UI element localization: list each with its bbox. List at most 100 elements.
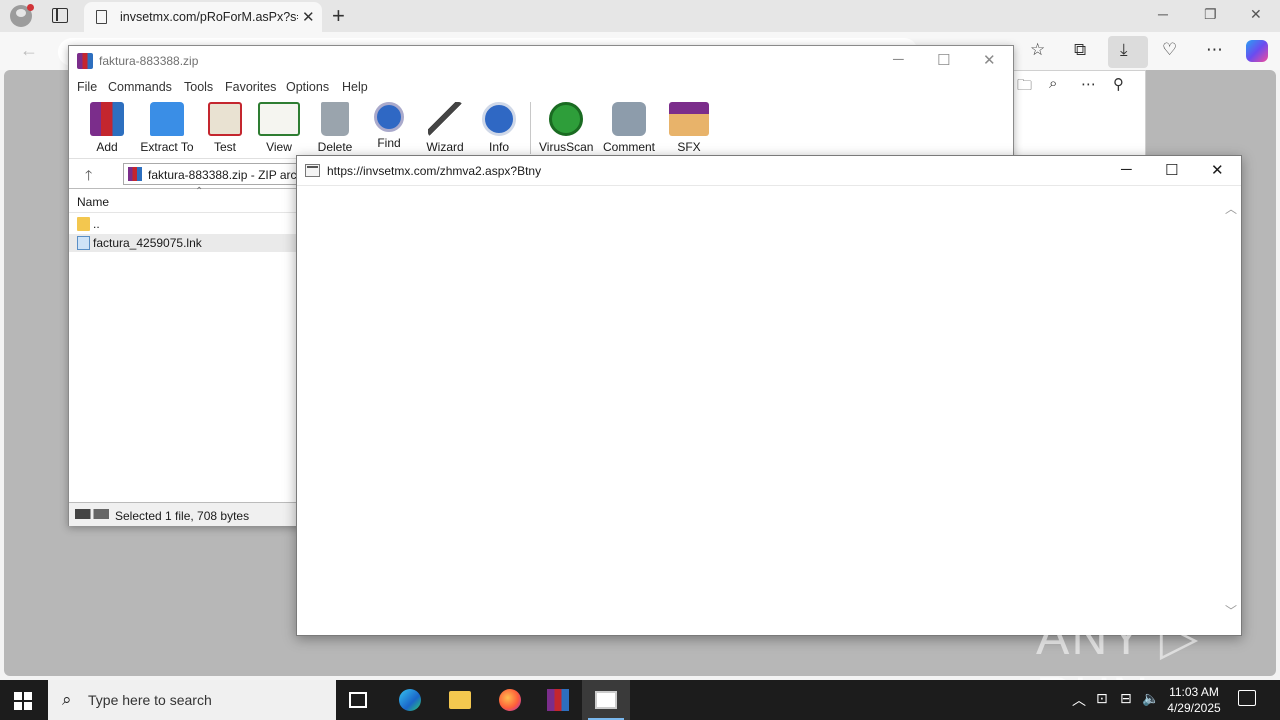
trash-icon xyxy=(321,102,349,136)
column-header-name[interactable]: Name ⌃ xyxy=(69,186,297,213)
menu-file[interactable]: File xyxy=(77,80,97,94)
extract-to-button[interactable]: Extract To xyxy=(139,102,195,154)
profile-notification-dot xyxy=(27,4,34,11)
add-label: Add xyxy=(96,140,118,154)
favorites-star-icon[interactable]: ☆ xyxy=(1030,40,1045,60)
winrar-logo-icon xyxy=(77,53,93,69)
popup-title-bar[interactable]: https://invsetmx.com/zhmva2.aspx?Btny ─ … xyxy=(297,156,1241,186)
archive-path-field[interactable]: faktura-883388.zip - ZIP archive xyxy=(123,163,303,185)
back-arrow-icon[interactable]: ← xyxy=(20,40,38,61)
search-icon: ⌕ xyxy=(62,690,72,709)
menu-favorites[interactable]: Favorites xyxy=(225,80,276,94)
wizard-button[interactable]: Wizard xyxy=(423,102,467,154)
more-icon[interactable]: ⋯ xyxy=(1081,75,1096,93)
test-label: Test xyxy=(213,140,236,154)
network-icon[interactable]: ⊟ xyxy=(1120,690,1132,707)
bug-icon xyxy=(549,102,583,136)
menu-tools[interactable]: Tools xyxy=(184,80,213,94)
page-icon xyxy=(96,10,107,24)
comment-button[interactable]: Comment xyxy=(601,102,657,154)
list-item[interactable]: .. xyxy=(69,215,297,233)
copilot-icon[interactable] xyxy=(1246,40,1268,62)
winrar-title-bar[interactable]: faktura-883388.zip ─ ☐ ✕ xyxy=(69,46,1013,76)
list-item[interactable]: factura_4259075.lnk xyxy=(69,234,297,252)
winrar-close-icon[interactable]: ✕ xyxy=(983,51,996,69)
start-button[interactable] xyxy=(14,692,32,710)
up-arrow-icon[interactable]: 🡑 xyxy=(85,165,92,189)
collections-icon[interactable]: ⧉ xyxy=(1074,40,1086,60)
taskbar-clock[interactable]: 11:03 AM 4/29/2025 xyxy=(1160,684,1228,716)
open-folder-icon[interactable]: 🗀 xyxy=(1017,75,1032,100)
volume-icon[interactable]: 🔈 xyxy=(1142,690,1159,707)
view-label: View xyxy=(266,140,292,154)
find-label: Find xyxy=(377,136,401,150)
find-button[interactable]: Find xyxy=(369,102,409,150)
folder-icon xyxy=(449,691,471,709)
view-button[interactable]: View xyxy=(257,102,301,154)
info-button[interactable]: Info xyxy=(479,102,519,154)
show-hidden-icons[interactable]: ︿ xyxy=(1072,690,1086,710)
archive-path-text: faktura-883388.zip - ZIP archive xyxy=(148,168,303,182)
test-button[interactable]: Test xyxy=(205,102,245,154)
browser-minimize-icon[interactable]: ─ xyxy=(1158,6,1168,22)
popup-scrollbar[interactable]: ︿ ﹀ xyxy=(1223,188,1239,634)
window-icon xyxy=(595,691,617,709)
clipboard-check-icon xyxy=(208,102,242,136)
popup-content-area[interactable] xyxy=(299,188,1223,634)
browser-close-icon[interactable]: ✕ xyxy=(1250,6,1262,23)
edge-icon xyxy=(399,689,421,711)
tab-close-button[interactable]: ✕ xyxy=(302,8,315,26)
taskbar-edge[interactable] xyxy=(386,680,434,720)
virusscan-label: VirusScan xyxy=(539,140,594,154)
windows-logo-icon xyxy=(24,692,32,700)
notification-icon[interactable] xyxy=(1238,690,1256,706)
sfx-button[interactable]: SFX xyxy=(667,102,711,154)
popup-minimize-icon[interactable]: ─ xyxy=(1121,161,1132,178)
wizard-label: Wizard xyxy=(426,140,464,154)
comment-icon xyxy=(612,102,646,136)
delete-label: Delete xyxy=(317,140,353,154)
taskbar-winrar[interactable] xyxy=(534,680,582,720)
add-archive-icon xyxy=(90,102,124,136)
downloads-button[interactable]: ⤓ xyxy=(1108,36,1148,68)
shortcut-file-icon xyxy=(77,236,90,250)
window-icon xyxy=(305,164,320,177)
meet-now-icon[interactable]: ⊡ xyxy=(1096,690,1108,707)
list-item-label: factura_4259075.lnk xyxy=(93,236,202,250)
scroll-up-icon[interactable]: ︿ xyxy=(1225,200,1237,217)
taskbar-search[interactable]: ⌕ Type here to search xyxy=(48,680,336,720)
popup-url: https://invsetmx.com/zhmva2.aspx?Btny xyxy=(327,164,542,178)
winrar-toolbar: Add Extract To Test View Delete Find Wiz… xyxy=(69,98,1013,156)
extract-to-label: Extract To xyxy=(140,140,194,154)
search-icon[interactable]: ⌕ xyxy=(1049,75,1057,92)
taskbar-file-explorer[interactable] xyxy=(436,680,484,720)
menu-help[interactable]: Help xyxy=(342,80,368,94)
pin-icon[interactable]: ⚲ xyxy=(1113,75,1124,93)
add-button[interactable]: Add xyxy=(87,102,127,154)
taskbar-firefox[interactable] xyxy=(486,680,534,720)
browser-tab[interactable]: invsetmx.com/pRoForM.asPx?s= ✕ xyxy=(84,2,322,32)
browser-restore-icon[interactable]: ❐ xyxy=(1204,6,1217,23)
winrar-minimize-icon[interactable]: ─ xyxy=(893,51,904,68)
clock-time: 11:03 AM xyxy=(1169,685,1219,699)
book-icon xyxy=(258,102,300,136)
virusscan-button[interactable]: VirusScan xyxy=(539,102,593,154)
task-view-button[interactable] xyxy=(336,680,384,720)
search-placeholder: Type here to search xyxy=(88,692,212,708)
popup-maximize-icon[interactable]: ☐ xyxy=(1165,161,1178,179)
popup-close-icon[interactable]: ✕ xyxy=(1211,161,1224,179)
list-item-label: .. xyxy=(93,217,100,231)
taskbar-popup-window[interactable] xyxy=(582,680,630,720)
more-options-icon[interactable]: ⋯ xyxy=(1206,40,1223,60)
menu-commands[interactable]: Commands xyxy=(108,80,172,94)
winrar-status-bar: Selected 1 file, 708 bytes xyxy=(69,502,297,526)
info-label: Info xyxy=(488,140,509,154)
new-tab-button[interactable]: + xyxy=(332,3,345,29)
browser-essentials-icon[interactable]: ♡ xyxy=(1162,40,1177,60)
winrar-maximize-icon[interactable]: ☐ xyxy=(937,51,950,69)
delete-button[interactable]: Delete xyxy=(313,102,357,154)
tab-actions-icon[interactable] xyxy=(52,8,68,23)
download-icon: ⤓ xyxy=(1120,40,1128,59)
magnifier-icon xyxy=(374,102,404,132)
menu-options[interactable]: Options xyxy=(286,80,329,94)
